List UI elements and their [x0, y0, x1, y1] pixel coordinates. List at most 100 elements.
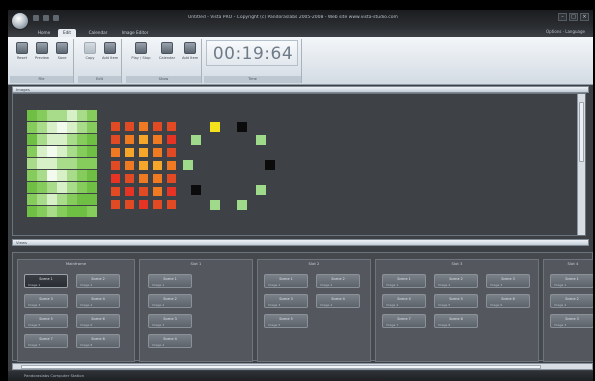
- image-tile[interactable]: [167, 148, 176, 157]
- image-tile[interactable]: [67, 146, 77, 157]
- image-tile[interactable]: [125, 148, 134, 157]
- qat-save-icon[interactable]: [33, 15, 39, 21]
- image-tile[interactable]: [111, 161, 120, 170]
- image-tile[interactable]: [125, 174, 134, 183]
- image-tile[interactable]: [47, 110, 57, 121]
- image-tile[interactable]: [111, 135, 120, 144]
- image-tile[interactable]: [67, 170, 77, 181]
- image-tile[interactable]: [77, 170, 87, 181]
- image-tile[interactable]: [27, 158, 37, 169]
- image-tile[interactable]: [27, 122, 37, 133]
- image-tile[interactable]: [77, 122, 87, 133]
- image-tile[interactable]: [47, 182, 57, 193]
- image-tile[interactable]: [57, 122, 67, 133]
- view-button[interactable]: Scene 1 Image 1: [264, 274, 308, 288]
- add-item-button-2[interactable]: Add Item: [182, 42, 198, 72]
- image-tile[interactable]: [37, 122, 47, 133]
- tab-calendar[interactable]: Calendar: [84, 29, 112, 37]
- image-tile[interactable]: [125, 200, 134, 209]
- image-tile[interactable]: [57, 134, 67, 145]
- view-button[interactable]: Scene 5 Image 5: [264, 314, 308, 328]
- tab-edit[interactable]: Edit: [58, 29, 76, 37]
- image-tile[interactable]: [111, 122, 120, 131]
- image-tile[interactable]: [57, 158, 67, 169]
- image-tile[interactable]: [67, 158, 77, 169]
- view-button[interactable]: Scene 6 Image 6: [486, 294, 530, 308]
- view-button[interactable]: Scene 2 Image 2: [316, 274, 360, 288]
- image-tile[interactable]: [139, 135, 148, 144]
- image-tile[interactable]: [57, 206, 67, 217]
- image-tile[interactable]: [27, 206, 37, 217]
- image-tile[interactable]: [139, 200, 148, 209]
- view-button[interactable]: Scene 1 Image 1: [24, 274, 68, 288]
- image-tile[interactable]: [167, 187, 176, 196]
- image-tile[interactable]: [153, 187, 162, 196]
- calendar-button[interactable]: Calendar: [156, 42, 178, 72]
- image-tile[interactable]: [57, 146, 67, 157]
- image-tile[interactable]: [153, 174, 162, 183]
- image-tile[interactable]: [47, 146, 57, 157]
- view-button[interactable]: Scene 1 Image 1: [550, 274, 593, 288]
- app-orb-icon[interactable]: [11, 12, 29, 30]
- view-button[interactable]: Scene 8 Image 8: [434, 314, 478, 328]
- qat-redo-icon[interactable]: [53, 15, 59, 21]
- image-tile[interactable]: [167, 122, 176, 131]
- image-tile[interactable]: [47, 134, 57, 145]
- scrollbar-thumb[interactable]: [579, 102, 584, 162]
- image-tile[interactable]: [139, 122, 148, 131]
- view-button[interactable]: Scene 4 Image 4: [316, 294, 360, 308]
- ring-dot[interactable]: [256, 135, 266, 145]
- image-tile[interactable]: [87, 146, 97, 157]
- image-tile[interactable]: [87, 134, 97, 145]
- view-button[interactable]: Scene 5 Image 5: [24, 314, 68, 328]
- view-button[interactable]: Scene 2 Image 2: [76, 274, 120, 288]
- image-tile[interactable]: [87, 158, 97, 169]
- image-tile[interactable]: [37, 158, 47, 169]
- image-tile[interactable]: [67, 182, 77, 193]
- image-tile[interactable]: [27, 146, 37, 157]
- view-button[interactable]: Scene 2 Image 2: [148, 294, 192, 308]
- scrollbar-thumb[interactable]: [21, 365, 541, 369]
- image-tile[interactable]: [37, 170, 47, 181]
- image-tile[interactable]: [67, 122, 77, 133]
- image-tile[interactable]: [27, 134, 37, 145]
- view-button[interactable]: Scene 1 Image 1: [148, 274, 192, 288]
- image-tile[interactable]: [167, 135, 176, 144]
- view-button[interactable]: Scene 3 Image 3: [148, 314, 192, 328]
- tab-home[interactable]: Home: [33, 29, 55, 37]
- maximize-button[interactable]: □: [569, 13, 578, 21]
- image-tile[interactable]: [139, 161, 148, 170]
- view-button[interactable]: Scene 4 Image 4: [76, 294, 120, 308]
- image-tile[interactable]: [77, 146, 87, 157]
- play-stop-button[interactable]: Play / Stop: [130, 42, 152, 72]
- image-tile[interactable]: [77, 158, 87, 169]
- image-tile[interactable]: [67, 134, 77, 145]
- view-button[interactable]: Scene 8 Image 8: [76, 334, 120, 348]
- views-horizontal-scrollbar[interactable]: [12, 363, 593, 370]
- ring-dot[interactable]: [191, 185, 201, 195]
- image-tile[interactable]: [47, 206, 57, 217]
- image-tile[interactable]: [67, 110, 77, 121]
- ring-dot[interactable]: [237, 200, 247, 210]
- image-tile[interactable]: [111, 200, 120, 209]
- image-tile[interactable]: [37, 146, 47, 157]
- image-tile[interactable]: [167, 161, 176, 170]
- image-tile[interactable]: [37, 182, 47, 193]
- close-button[interactable]: ×: [580, 13, 589, 21]
- view-button[interactable]: Scene 2 Image 2: [434, 274, 478, 288]
- ring-dot[interactable]: [256, 185, 266, 195]
- image-tile[interactable]: [37, 194, 47, 205]
- image-tile[interactable]: [67, 206, 77, 217]
- view-button[interactable]: Scene 3 Image 3: [550, 314, 593, 328]
- image-tile[interactable]: [47, 170, 57, 181]
- image-tile[interactable]: [125, 122, 134, 131]
- options-menu[interactable]: Options · Language: [546, 29, 585, 34]
- ring-dot[interactable]: [183, 160, 193, 170]
- image-tile[interactable]: [153, 161, 162, 170]
- image-tile[interactable]: [57, 170, 67, 181]
- tab-image-editor[interactable]: Image Editor: [118, 29, 152, 37]
- image-tile[interactable]: [87, 122, 97, 133]
- image-tile[interactable]: [125, 135, 134, 144]
- image-tile[interactable]: [167, 200, 176, 209]
- image-tile[interactable]: [139, 174, 148, 183]
